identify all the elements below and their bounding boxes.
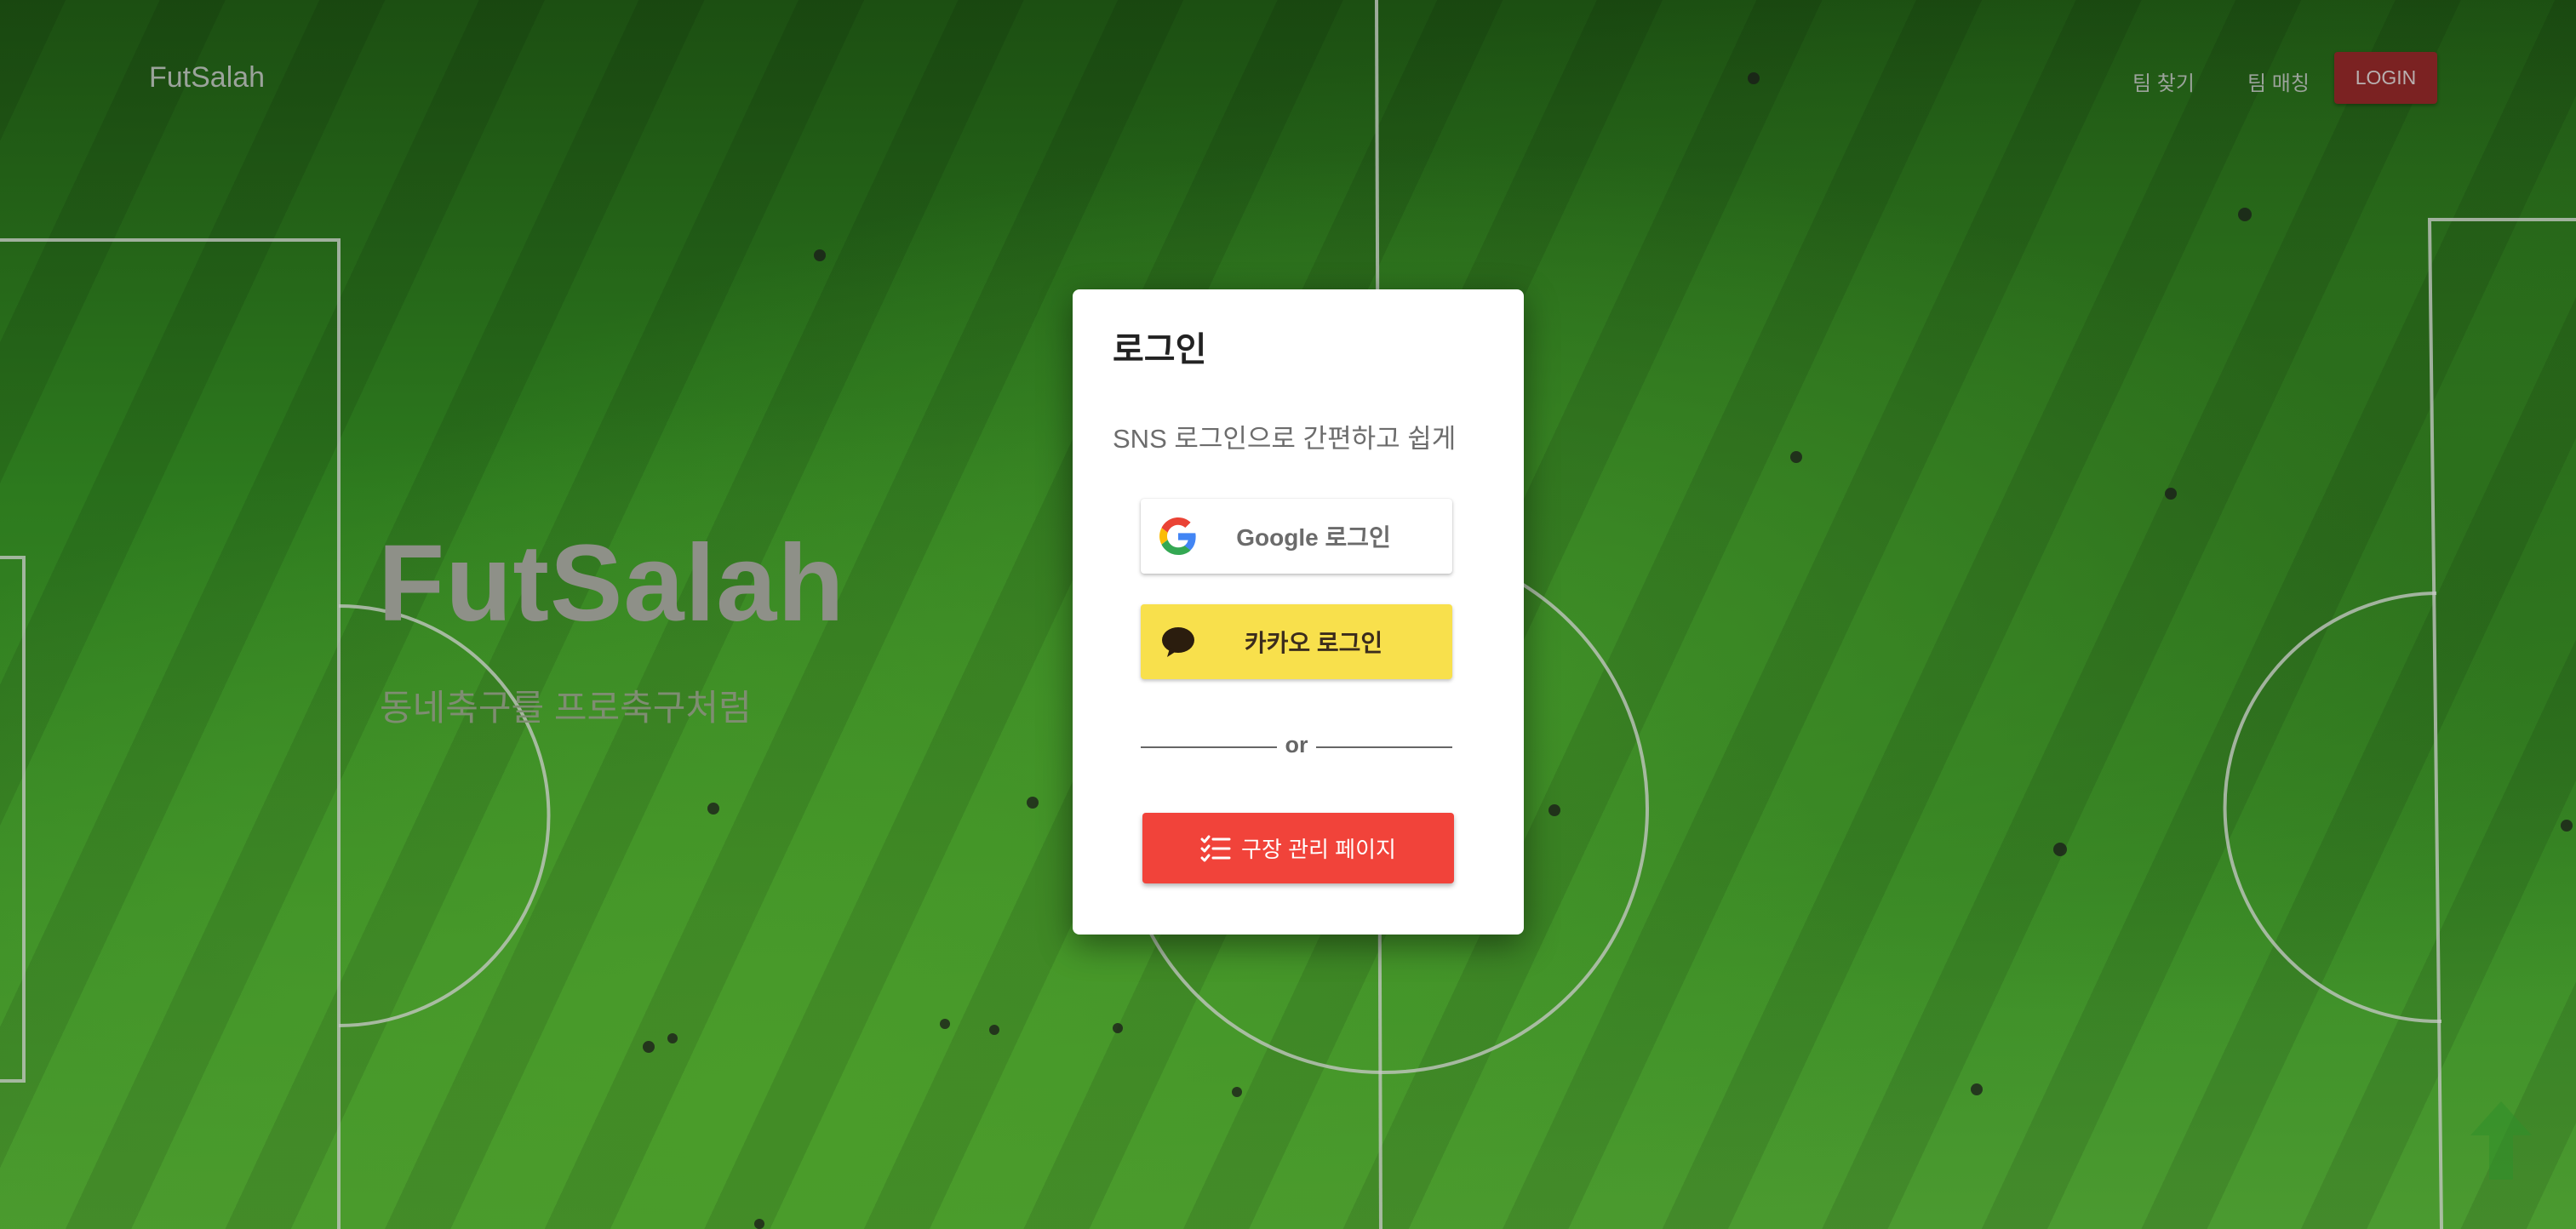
nav-link-find-team[interactable]: 팀 찾기	[2132, 66, 2195, 96]
brand-logo[interactable]: FutSalah	[149, 61, 265, 94]
divider-line-right	[1316, 746, 1452, 748]
modal-description: SNS 로그인으로 간편하고 쉽게	[1113, 424, 1457, 454]
or-divider: or	[1141, 732, 1452, 761]
login-button[interactable]: LOGIN	[2334, 52, 2437, 104]
kakao-login-button[interactable]: 카카오 로그인	[1141, 604, 1452, 679]
hero-title: FutSalah	[378, 523, 845, 644]
stadium-admin-label: 구장 관리 페이지	[1241, 837, 1396, 862]
divider-text: or	[1285, 732, 1308, 757]
google-login-label: Google 로그인	[1236, 524, 1391, 551]
login-modal: 로그인 SNS 로그인으로 간편하고 쉽게 Google 로그인 카카오 로그인…	[1073, 289, 1524, 935]
nav-link-team-matching[interactable]: 팀 매칭	[2247, 66, 2310, 96]
kakao-login-label: 카카오 로그인	[1244, 630, 1383, 656]
arrow-up-icon[interactable]	[2467, 1098, 2535, 1183]
google-login-button[interactable]: Google 로그인	[1141, 499, 1452, 574]
stadium-admin-button[interactable]: 구장 관리 페이지	[1142, 813, 1454, 883]
checklist-icon	[1200, 835, 1231, 862]
modal-title: 로그인	[1113, 331, 1207, 369]
hero-subtitle: 동네축구를 프로축구처럼	[380, 688, 752, 728]
